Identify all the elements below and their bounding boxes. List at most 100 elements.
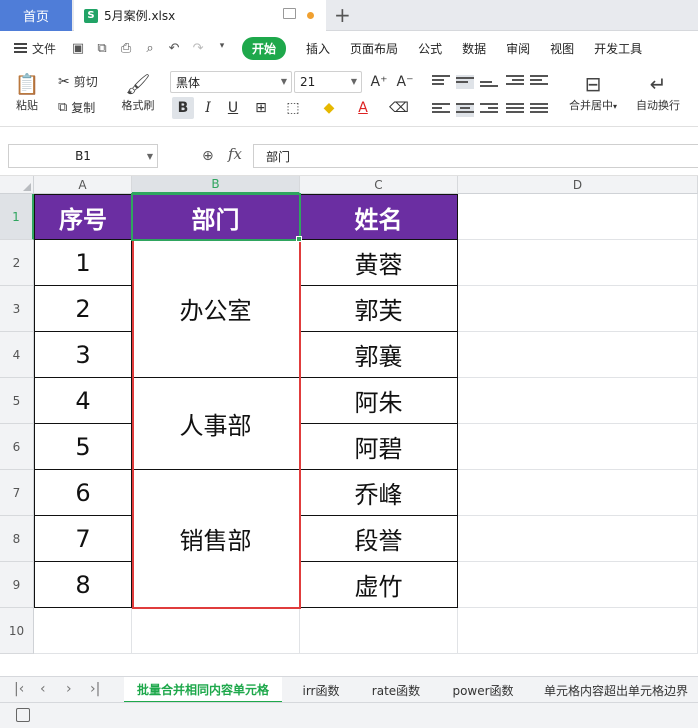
formula-input[interactable]: 部门 xyxy=(253,144,698,168)
row-header-8[interactable]: 8 xyxy=(0,516,34,562)
next-sheet-icon[interactable]: › xyxy=(66,681,72,697)
align-middle-icon[interactable] xyxy=(456,75,474,89)
column-header-a[interactable]: A xyxy=(34,176,132,194)
department-merged-cell[interactable]: 办公室 xyxy=(132,240,300,378)
tab-home[interactable]: 首页 xyxy=(0,0,72,31)
export-icon[interactable]: ⧉ xyxy=(94,41,110,56)
header-cell[interactable]: 姓名 xyxy=(300,194,458,240)
fill-handle[interactable] xyxy=(296,236,302,242)
font-name-select[interactable]: 黑体 ▼ xyxy=(170,71,292,93)
row-header-3[interactable]: 3 xyxy=(0,286,34,332)
paste-button[interactable]: 📋 粘贴 xyxy=(10,71,44,113)
number-cell[interactable]: 7 xyxy=(34,516,132,562)
monitor-icon[interactable] xyxy=(283,8,296,19)
sheet-tab-rate[interactable]: rate函数 xyxy=(362,677,430,703)
number-cell[interactable]: 4 xyxy=(34,378,132,424)
menu-formulas[interactable]: 公式 xyxy=(418,40,442,57)
indent-increase-icon[interactable] xyxy=(530,75,548,89)
row-header-10[interactable]: 10 xyxy=(0,608,34,654)
first-sheet-icon[interactable]: |‹ xyxy=(14,681,24,697)
eraser-icon[interactable]: ⌫ xyxy=(388,97,410,119)
number-cell[interactable]: 2 xyxy=(34,286,132,332)
menu-insert[interactable]: 插入 xyxy=(306,40,330,57)
number-cell[interactable]: 1 xyxy=(34,240,132,286)
row-header-6[interactable]: 6 xyxy=(0,424,34,470)
function-icon[interactable]: fx xyxy=(228,145,242,163)
row-header-2[interactable]: 2 xyxy=(0,240,34,286)
department-merged-cell[interactable]: 销售部 xyxy=(132,470,300,608)
number-cell[interactable]: 6 xyxy=(34,470,132,516)
fill-color-icon[interactable]: ◆ xyxy=(318,97,340,119)
bold-button[interactable]: B xyxy=(172,97,194,119)
row-header-7[interactable]: 7 xyxy=(0,470,34,516)
number-cell[interactable]: 8 xyxy=(34,562,132,608)
save-icon[interactable]: ▣ xyxy=(70,41,86,56)
sheet-tab-irr[interactable]: irr函数 xyxy=(290,677,352,703)
align-center-icon[interactable] xyxy=(456,103,474,117)
copy-button[interactable]: ⧉ 复制 xyxy=(58,99,95,116)
department-merged-cell[interactable]: 人事部 xyxy=(132,378,300,470)
align-top-icon[interactable] xyxy=(432,75,450,89)
name-cell[interactable]: 郭芙 xyxy=(300,286,458,332)
justify-icon[interactable] xyxy=(506,103,524,117)
row-header-9[interactable]: 9 xyxy=(0,562,34,608)
column-header-b[interactable]: B xyxy=(132,176,300,194)
menu-home[interactable]: 开始 xyxy=(242,36,287,60)
align-right-icon[interactable] xyxy=(480,103,498,117)
format-painter-button[interactable]: 🖌 格式刷 xyxy=(118,71,158,113)
redo-icon[interactable]: ↷ xyxy=(190,41,206,56)
border-icon[interactable]: ⊞ xyxy=(250,97,272,119)
indent-decrease-icon[interactable] xyxy=(506,75,524,89)
menu-view[interactable]: 视图 xyxy=(550,40,574,57)
increase-font-icon[interactable]: A⁺ xyxy=(368,71,390,93)
name-cell[interactable]: 郭襄 xyxy=(300,332,458,378)
number-cell[interactable]: 3 xyxy=(34,332,132,378)
row-header-1[interactable]: 1 xyxy=(0,194,34,240)
decrease-font-icon[interactable]: A⁻ xyxy=(394,71,416,93)
spreadsheet-grid[interactable]: A B C D 1 2 3 4 5 6 7 8 9 10 序号 部门 姓名 1 2 3 4 5 6 7 8 黄蓉 郭芙 郭襄 阿朱 阿碧乔… xyxy=(0,176,698,676)
name-cell[interactable]: 黄蓉 xyxy=(300,240,458,286)
macro-icon[interactable] xyxy=(16,708,30,722)
undo-icon[interactable]: ↶ xyxy=(166,41,182,56)
sheet-tab-merge[interactable]: 批量合并相同内容单元格 xyxy=(124,677,282,703)
italic-button[interactable]: I xyxy=(197,97,219,119)
menu-file[interactable]: 文件 xyxy=(14,40,56,57)
menu-data[interactable]: 数据 xyxy=(462,40,486,57)
print-icon[interactable]: ⎙ xyxy=(118,41,134,56)
new-tab-button[interactable]: + xyxy=(334,3,351,27)
last-sheet-icon[interactable]: ›| xyxy=(90,681,100,697)
menu-page-layout[interactable]: 页面布局 xyxy=(350,40,398,57)
underline-button[interactable]: U xyxy=(222,97,244,119)
print-preview-icon[interactable]: ⌕ xyxy=(142,41,158,56)
header-cell[interactable]: 部门 xyxy=(132,194,300,240)
font-size-select[interactable]: 21 ▼ xyxy=(294,71,362,93)
sheet-tab-overflow[interactable]: 单元格内容超出单元格边界 xyxy=(536,677,698,703)
distribute-icon[interactable] xyxy=(530,103,548,117)
fill-style-icon[interactable]: ⬚ xyxy=(282,97,304,119)
menu-review[interactable]: 审阅 xyxy=(506,40,530,57)
name-cell[interactable]: 阿碧 xyxy=(300,424,458,470)
name-cell[interactable]: 乔峰 xyxy=(300,470,458,516)
prev-sheet-icon[interactable]: ‹ xyxy=(40,681,46,697)
name-cell[interactable]: 段誉 xyxy=(300,516,458,562)
align-bottom-icon[interactable] xyxy=(480,75,498,89)
merge-center-button[interactable]: ⊟ 合并居中▾ xyxy=(560,71,626,113)
sheet-tab-power[interactable]: power函数 xyxy=(442,677,524,703)
font-color-icon[interactable]: A xyxy=(352,97,374,119)
wrap-text-button[interactable]: ↵ 自动换行 xyxy=(630,71,686,113)
number-cell[interactable]: 5 xyxy=(34,424,132,470)
align-left-icon[interactable] xyxy=(432,103,450,117)
row-header-4[interactable]: 4 xyxy=(0,332,34,378)
menu-developer[interactable]: 开发工具 xyxy=(594,40,642,57)
name-cell[interactable]: 虚竹 xyxy=(300,562,458,608)
select-all-corner[interactable] xyxy=(0,176,34,194)
tab-workbook[interactable]: S 5月案例.xlsx xyxy=(74,0,326,31)
column-header-c[interactable]: C xyxy=(300,176,458,194)
row-header-5[interactable]: 5 xyxy=(0,378,34,424)
cut-button[interactable]: ✂ 剪切 xyxy=(58,73,98,90)
chevron-down-icon[interactable]: ▾ xyxy=(214,41,230,56)
column-header-d[interactable]: D xyxy=(458,176,698,194)
name-cell[interactable]: 阿朱 xyxy=(300,378,458,424)
name-box[interactable]: B1 ▼ xyxy=(8,144,158,168)
header-cell[interactable]: 序号 xyxy=(34,194,132,240)
